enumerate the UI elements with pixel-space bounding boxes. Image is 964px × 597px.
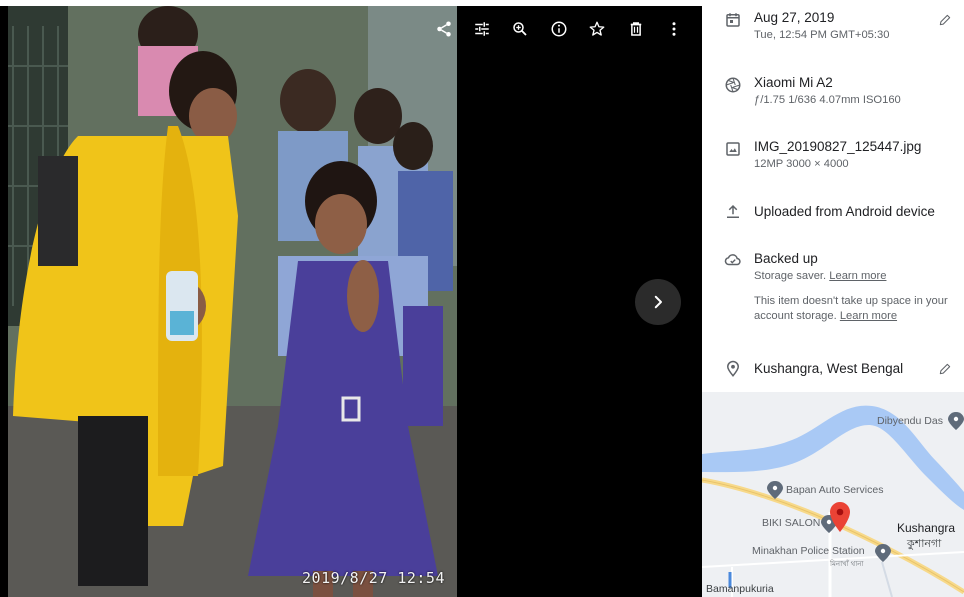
edit-button[interactable]	[463, 14, 501, 44]
info-icon	[551, 21, 567, 37]
map-label-police: Minakhan Police Station	[752, 545, 865, 557]
share-button[interactable]	[429, 14, 459, 44]
next-photo-button[interactable]	[635, 279, 681, 325]
zoom-in-icon	[513, 22, 528, 36]
tune-icon	[475, 22, 489, 36]
edit-location-button[interactable]	[938, 362, 952, 376]
camera-subtitle: ƒ/1.75 1/636 4.07mm ISO160	[754, 94, 901, 106]
pencil-icon	[939, 363, 951, 375]
info-row-location: Kushangra, West Bengal	[702, 360, 964, 380]
location-title: Kushangra, West Bengal	[754, 361, 904, 376]
date-title: Aug 27, 2019	[754, 10, 835, 25]
share-icon	[437, 21, 451, 37]
info-row-backup: Backed up Storage saver. Learn more This…	[702, 251, 964, 331]
info-button[interactable]	[540, 14, 578, 44]
map-label-kushangra-bn: কুশানগা	[907, 538, 942, 550]
info-row-upload: Uploaded from Android device	[702, 203, 964, 225]
trash-icon	[630, 22, 641, 36]
zoom-button[interactable]	[501, 14, 539, 44]
backup-title: Backed up	[754, 251, 818, 266]
map-label-kushangra: Kushangra	[897, 521, 956, 535]
photo-viewer: 2019/8/27 12:54	[0, 0, 702, 597]
map-label-dibyendu: Dibyendu Das	[877, 415, 943, 427]
camera-title: Xiaomi Mi A2	[754, 75, 833, 90]
location-pin-icon	[724, 360, 742, 378]
photo-timestamp: 2019/8/27 12:54	[302, 569, 445, 587]
more-vert-icon	[672, 22, 676, 36]
backup-subtitle-text: Storage saver.	[754, 270, 827, 282]
map-label-bamanpukuria: Bamanpukuria	[706, 583, 774, 595]
info-row-date: Aug 27, 2019 Tue, 12:54 PM GMT+05:30	[702, 10, 964, 50]
info-row-camera: Xiaomi Mi A2 ƒ/1.75 1/636 4.07mm ISO160	[702, 75, 964, 115]
favorite-button[interactable]	[578, 14, 616, 44]
upload-icon	[724, 203, 742, 221]
info-panel: Aug 27, 2019 Tue, 12:54 PM GMT+05:30 Xia…	[702, 0, 964, 597]
edit-date-button[interactable]	[938, 13, 952, 27]
photo[interactable]: 2019/8/27 12:54	[8, 6, 457, 597]
date-subtitle: Tue, 12:54 PM GMT+05:30	[754, 29, 890, 41]
star-outline-icon	[589, 21, 605, 36]
more-button[interactable]	[655, 14, 693, 44]
pencil-icon	[939, 14, 951, 26]
file-title: IMG_20190827_125447.jpg	[754, 139, 922, 154]
map-label-bapan: Bapan Auto Services	[786, 484, 884, 496]
viewer-toolbar	[463, 14, 693, 44]
learn-more-link-2[interactable]: Learn more	[840, 310, 897, 322]
calendar-icon	[724, 11, 742, 29]
info-row-file: IMG_20190827_125447.jpg 12MP 3000 × 4000	[702, 139, 964, 179]
aperture-icon	[724, 76, 742, 94]
file-subtitle: 12MP 3000 × 4000	[754, 158, 849, 170]
delete-button[interactable]	[617, 14, 655, 44]
location-map[interactable]: Dibyendu Das Bapan Auto Services BIKI SA…	[702, 392, 964, 597]
chevron-right-icon	[654, 295, 662, 309]
map-label-biki: BIKI SALON	[762, 517, 821, 529]
cloud-done-icon	[724, 251, 742, 269]
image-file-icon	[724, 140, 742, 158]
upload-title: Uploaded from Android device	[754, 204, 935, 219]
map-label-police-bn: মিনাখাঁ থানা	[830, 561, 864, 568]
photo-illustration	[8, 6, 457, 597]
backup-subtitle: Storage saver. Learn more	[754, 269, 952, 284]
backup-note: This item doesn't take up space in your …	[754, 294, 952, 324]
learn-more-link[interactable]: Learn more	[829, 270, 886, 282]
